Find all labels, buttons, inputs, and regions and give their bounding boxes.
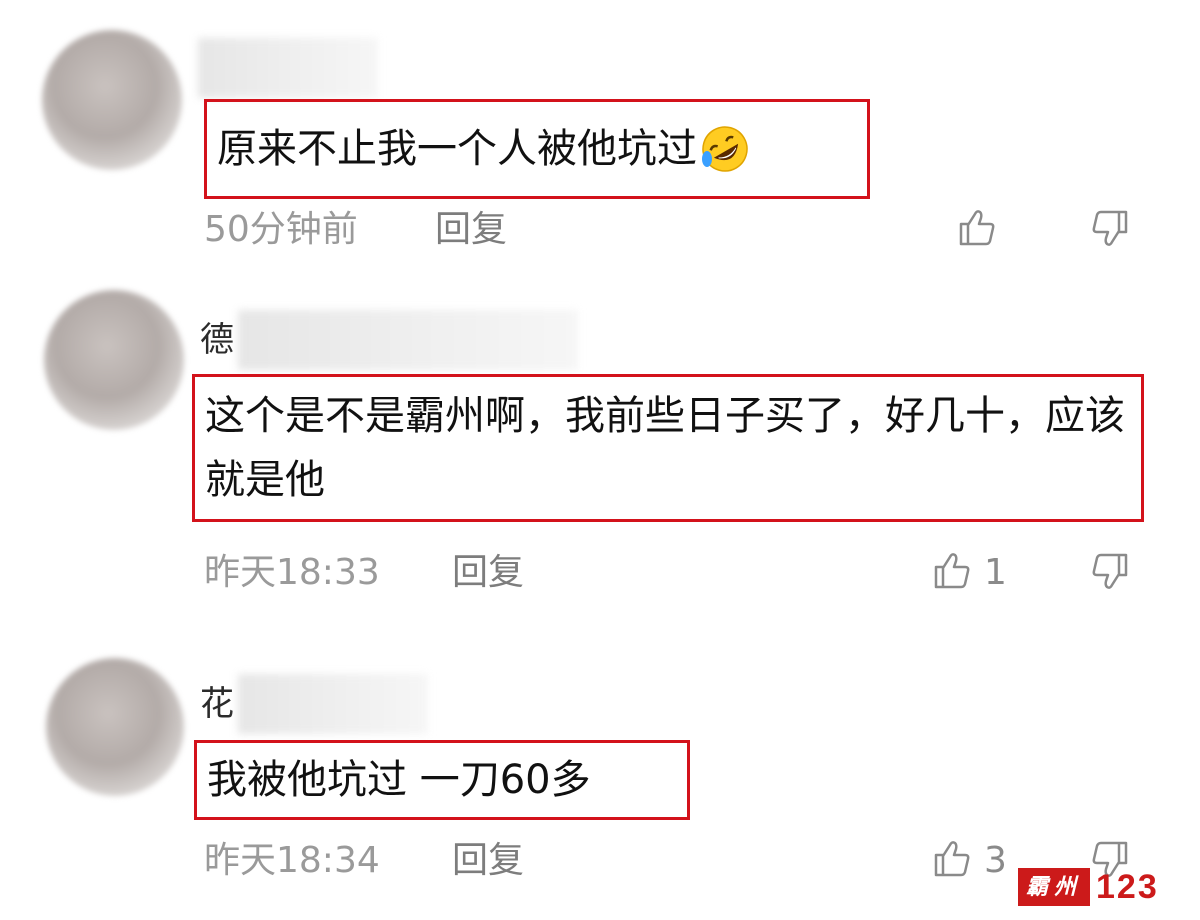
- username[interactable]: [194, 38, 378, 98]
- thumbs-down-icon: [1088, 549, 1132, 597]
- comment-item: 原来不止我一个人被他坑过 50分钟前 回复: [0, 0, 1200, 270]
- like-count: 1: [984, 552, 1007, 593]
- comment-text: 这个是不是霸州啊，我前些日子买了，好几十，应该就是他: [205, 393, 1125, 503]
- like-count: 3: [984, 840, 1007, 881]
- comment-text-highlight: 这个是不是霸州啊，我前些日子买了，好几十，应该就是他: [192, 374, 1144, 522]
- username-blurred: [238, 310, 578, 370]
- dislike-button[interactable]: [1088, 548, 1132, 598]
- dislike-button[interactable]: [1088, 205, 1132, 255]
- comment-time: 昨天18:34: [204, 840, 380, 881]
- thumbs-up-icon: [930, 549, 974, 597]
- comment-time: 昨天18:33: [204, 552, 380, 593]
- watermark-seal: 霸州: [1018, 868, 1091, 906]
- username[interactable]: 花: [200, 674, 428, 734]
- thumbs-down-icon: [1088, 206, 1132, 254]
- reply-button[interactable]: 回复: [435, 205, 507, 255]
- comment-time: 50分钟前: [204, 209, 358, 250]
- username-text: 花: [200, 684, 234, 724]
- thumbs-up-icon: [955, 206, 999, 254]
- like-button[interactable]: [955, 205, 999, 255]
- watermark-logo: 霸州 123: [1018, 866, 1159, 908]
- comment-text-highlight: 我被他坑过 一刀60多: [194, 740, 690, 820]
- comment-item: 德 这个是不是霸州啊，我前些日子买了，好几十，应该就是他 昨天18:33 回复 …: [0, 270, 1200, 630]
- avatar[interactable]: [44, 290, 184, 430]
- comment-text: 原来不止我一个人被他坑过: [217, 126, 697, 172]
- comment-text: 我被他坑过 一刀60多: [207, 757, 591, 803]
- reply-button[interactable]: 回复: [452, 548, 524, 598]
- avatar[interactable]: [42, 30, 182, 170]
- rofl-emoji: [699, 123, 751, 175]
- username[interactable]: 德: [200, 310, 578, 370]
- reply-button[interactable]: 回复: [452, 836, 524, 886]
- username-blurred: [198, 38, 378, 98]
- like-button[interactable]: 3: [930, 836, 1007, 886]
- avatar[interactable]: [46, 658, 184, 796]
- watermark-number: 123: [1096, 867, 1159, 906]
- like-button[interactable]: 1: [930, 548, 1007, 598]
- comment-text-highlight: 原来不止我一个人被他坑过: [204, 99, 870, 199]
- username-blurred: [238, 674, 428, 734]
- username-text: 德: [200, 320, 234, 360]
- thumbs-up-icon: [930, 837, 974, 885]
